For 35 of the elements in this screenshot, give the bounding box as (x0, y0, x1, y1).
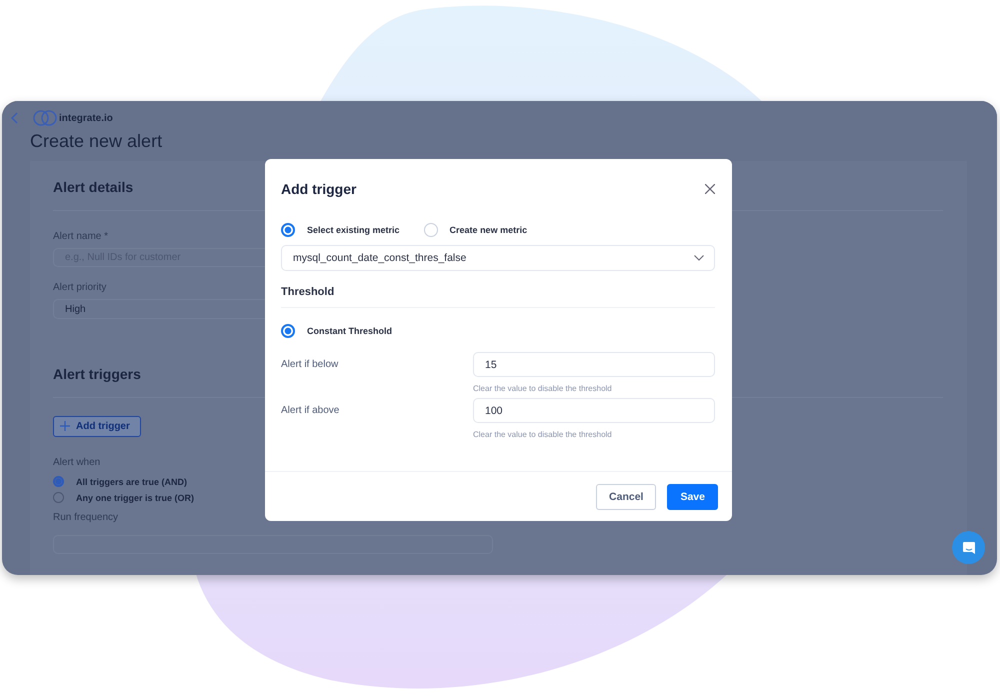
save-button[interactable]: Save (667, 484, 718, 510)
close-icon[interactable] (705, 184, 715, 194)
page-title: Create new alert (30, 131, 162, 151)
radio-button[interactable] (53, 492, 64, 504)
dialog-title: Add trigger (281, 181, 356, 197)
logo-icon (33, 110, 57, 126)
input-field[interactable]: 15 (473, 352, 715, 377)
field-label: Alert priority (53, 282, 106, 294)
hint-text: Clear the value to disable the threshold (473, 384, 613, 393)
field-label: Alert if below (281, 358, 340, 372)
radio-button[interactable] (281, 324, 295, 338)
radio-label: Constant Threshold (307, 326, 392, 336)
metric-select[interactable]: mysql_count_date_const_thres_false (281, 245, 715, 271)
radio-label: All triggers are true (AND) (76, 476, 188, 487)
back-chevron-icon[interactable] (11, 112, 19, 124)
plus-icon (60, 421, 70, 432)
cancel-button[interactable]: Cancel (596, 484, 656, 510)
input-field[interactable]: 100 (473, 398, 715, 423)
chevron-down-icon (694, 255, 704, 261)
section-heading: Threshold (281, 286, 336, 298)
radio-label: Create new metric (450, 225, 528, 235)
radio-label: Any one trigger is true (OR) (76, 492, 194, 503)
field-label: Alert when (53, 456, 100, 468)
field-label: Run frequency (53, 512, 118, 523)
radio-button[interactable] (281, 223, 295, 237)
radio-button[interactable] (53, 476, 64, 488)
hint-text: Clear the value to disable the threshold (473, 430, 613, 439)
section-heading: Alert details (53, 179, 134, 195)
radio-label: Select existing metric (307, 225, 400, 235)
field-label: Alert if above (281, 404, 340, 418)
chat-icon (962, 540, 976, 554)
chat-button[interactable] (952, 531, 985, 564)
logo-text: integrate.io (59, 112, 113, 124)
section-heading: Alert triggers (53, 366, 141, 382)
field-label: Alert name * (53, 231, 108, 242)
